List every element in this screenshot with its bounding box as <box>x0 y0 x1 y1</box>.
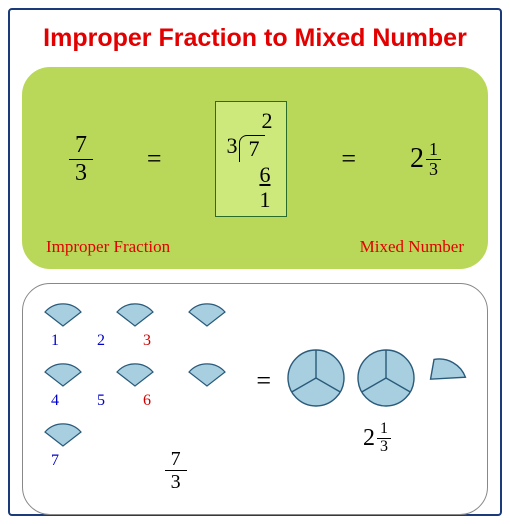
wedge-number: 5 <box>97 392 105 410</box>
wedge-icon <box>41 300 85 328</box>
fraction-numerator: 7 <box>69 132 93 159</box>
wedge-number: 7 <box>51 452 59 493</box>
mixed-whole: 2 <box>363 425 375 452</box>
wedge-icon <box>425 358 469 398</box>
long-division: 2 3 7 6 1 <box>215 101 287 217</box>
wedge-icon <box>185 300 229 328</box>
mixed-denominator: 3 <box>426 160 441 179</box>
wedge-number: 1 <box>51 332 59 350</box>
pie-thirds-icon <box>285 347 347 409</box>
mixed-whole: 2 <box>410 143 424 175</box>
improper-fraction: 7 3 <box>69 132 93 186</box>
equals-sign: = <box>341 144 356 174</box>
wedge-icon <box>185 360 229 388</box>
mixed-numerator: 1 <box>377 421 391 439</box>
wedge-icon <box>113 300 157 328</box>
page-title: Improper Fraction to Mixed Number <box>22 24 488 53</box>
wedge-number: 4 <box>51 392 59 410</box>
fraction-denominator: 3 <box>69 160 93 186</box>
pie-thirds-icon <box>355 347 417 409</box>
equals-sign: = <box>256 366 271 396</box>
visual-panel: 1 2 3 4 5 6 7 7 3 <box>22 283 488 515</box>
mixed-denominator: 3 <box>377 439 391 456</box>
visual-mixed-number: 2 1 3 <box>363 421 391 456</box>
subtrahend: 6 <box>226 162 276 187</box>
equation-row: 7 3 = 2 3 7 6 1 = 2 1 3 <box>42 81 468 237</box>
quotient: 2 <box>226 108 276 133</box>
circles-group: 2 1 3 <box>285 347 469 456</box>
wedge-icon <box>41 420 85 448</box>
mixed-number: 2 1 3 <box>410 140 441 179</box>
wedge-icon <box>41 360 85 388</box>
fraction-numerator: 7 <box>165 448 187 471</box>
dividend: 7 <box>239 135 265 161</box>
mixed-numerator: 1 <box>426 140 441 160</box>
remainder: 1 <box>226 187 276 212</box>
label-mixed: Mixed Number <box>360 237 464 257</box>
equals-sign: = <box>147 144 162 174</box>
visual-fraction: 7 3 <box>165 448 187 493</box>
equation-panel: 7 3 = 2 3 7 6 1 = 2 1 3 <box>22 67 488 269</box>
label-improper: Improper Fraction <box>46 237 170 257</box>
wedge-icon <box>113 360 157 388</box>
wedges-group: 1 2 3 4 5 6 7 7 3 <box>41 300 242 503</box>
wedge-number: 6 <box>143 392 151 410</box>
wedge-number: 2 <box>97 332 105 350</box>
labels-row: Improper Fraction Mixed Number <box>42 237 468 259</box>
fraction-denominator: 3 <box>165 471 187 493</box>
divisor: 3 <box>226 133 239 158</box>
diagram-frame: Improper Fraction to Mixed Number 7 3 = … <box>8 8 502 516</box>
wedge-number: 3 <box>143 332 151 350</box>
